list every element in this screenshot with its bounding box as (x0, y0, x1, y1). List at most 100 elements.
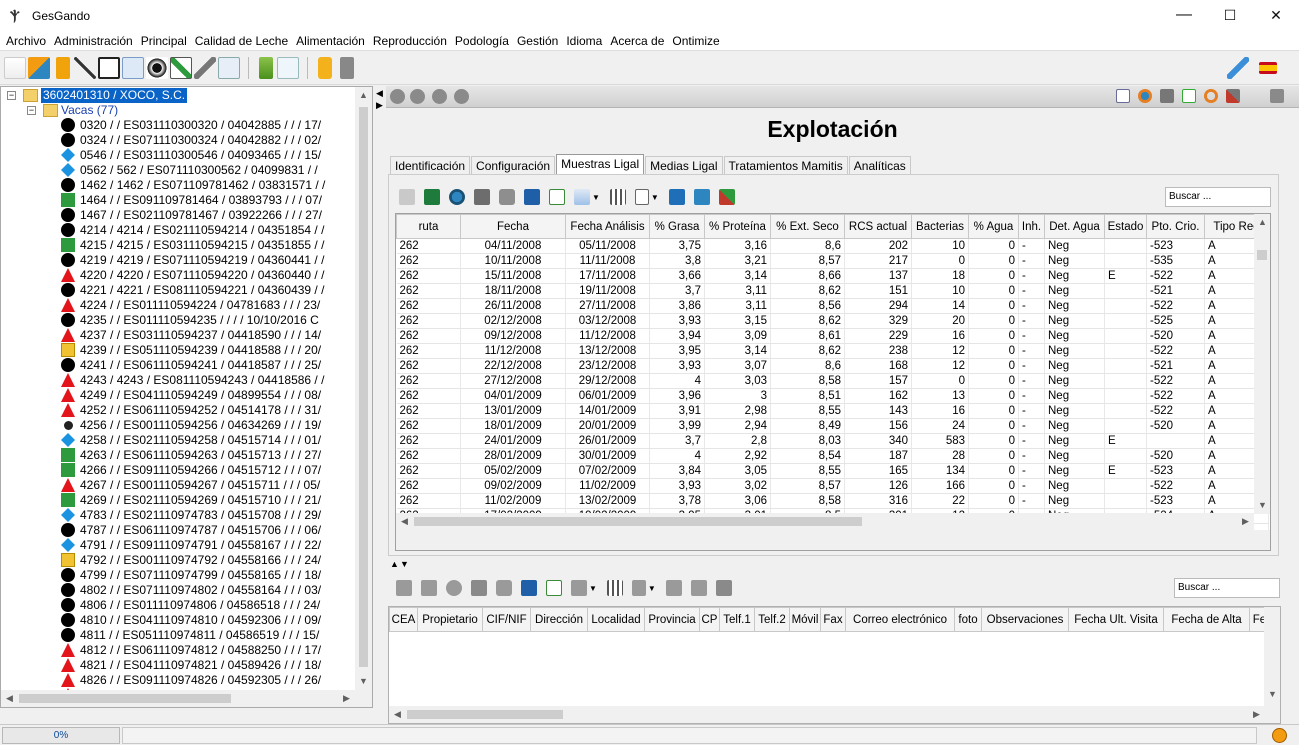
tree-item[interactable]: 4215 / 4215 / ES031110594215 / 04351855 … (1, 238, 357, 253)
table-cell[interactable]: 262 (396, 268, 461, 284)
table-cell[interactable]: 0 (968, 463, 1019, 479)
table-cell[interactable]: 156 (844, 418, 912, 434)
copy-icon[interactable] (396, 580, 412, 596)
table-cell[interactable] (1104, 478, 1147, 494)
menu-acerca-de[interactable]: Acerca de (606, 34, 668, 48)
table-cell[interactable]: 3,02 (704, 478, 771, 494)
table-cell[interactable]: - (1018, 283, 1045, 299)
tree-item[interactable]: 4243 / 4243 / ES081110594243 / 04418586 … (1, 373, 357, 388)
table-cell[interactable]: 8,57 (770, 478, 845, 494)
table-row[interactable]: 262 10/11/2008 11/11/2008 3,8 3,21 8,57 217 0 0-… (396, 253, 1269, 269)
refresh-icon[interactable] (1204, 89, 1218, 103)
tree-item[interactable]: 4802 / / ES071110974802 / 04558164 / / /… (1, 583, 357, 598)
table-cell[interactable]: 262 (396, 373, 461, 389)
table-cell[interactable]: 13/02/2009 (565, 493, 650, 509)
table-cell[interactable]: 10/11/2008 (460, 253, 566, 269)
table-cell[interactable]: 03/12/2008 (565, 313, 650, 329)
table-cell[interactable]: 262 (396, 283, 461, 299)
table-cell[interactable]: - (1018, 313, 1045, 329)
table-cell[interactable]: 3,15 (704, 313, 771, 329)
table-cell[interactable]: -520 (1146, 418, 1205, 434)
table-cell[interactable]: -522 (1146, 343, 1205, 359)
table-cell[interactable]: Neg (1044, 253, 1105, 269)
table-cell[interactable]: -535 (1146, 253, 1205, 269)
tree-item[interactable]: 0562 / 562 / ES071110300562 / 04099831 /… (1, 163, 357, 178)
tree-group[interactable]: − Vacas (77) (1, 103, 361, 118)
table-cell[interactable]: 12 (911, 358, 969, 374)
table-cell[interactable]: 3,86 (649, 298, 705, 314)
table-cell[interactable]: -522 (1146, 268, 1205, 284)
scroll-right-icon[interactable]: ▶ (1237, 513, 1254, 530)
tree-item[interactable]: 4256 / / ES001110594256 / 04634269 / / /… (1, 418, 357, 433)
table-cell[interactable]: 262 (396, 478, 461, 494)
table-cell[interactable]: -521 (1146, 283, 1205, 299)
table-cell[interactable]: 28/01/2009 (460, 448, 566, 464)
table-row[interactable]: 262 04/01/2009 06/01/2009 3,96 3 8,51 162 13 0- N… (396, 388, 1269, 404)
table-cell[interactable]: 0 (968, 493, 1019, 509)
table-cell[interactable]: 157 (844, 373, 912, 389)
table-cell[interactable]: 0 (968, 388, 1019, 404)
table-cell[interactable]: - (1018, 268, 1045, 284)
table-cell[interactable]: 27/12/2008 (460, 373, 566, 389)
table-cell[interactable]: 16 (911, 403, 969, 419)
refresh-table-icon[interactable] (549, 189, 565, 205)
tree-item[interactable]: 4239 / / ES051110594239 / 04418588 / / /… (1, 343, 357, 358)
table-cell[interactable]: - (1018, 328, 1045, 344)
refresh-table-icon[interactable] (546, 580, 562, 596)
grid-horizontal-scrollbar[interactable]: ◀ ▶ (396, 513, 1254, 530)
table-cell[interactable]: 3,93 (649, 313, 705, 329)
table-row[interactable]: 262 13/01/2009 14/01/2009 3,91 2,98 8,55 143 16… (396, 403, 1269, 419)
copy-icon[interactable] (399, 189, 415, 205)
table-cell[interactable]: Neg (1044, 238, 1105, 254)
tree-item[interactable]: 4810 / / ES041110974810 / 04592306 / / /… (1, 613, 357, 628)
column-header[interactable]: CEA (389, 607, 418, 632)
screen-icon[interactable] (218, 57, 240, 79)
panel-splitter[interactable]: ◀ ▶ (374, 86, 386, 708)
tab-tratamientos-mamitis[interactable]: Tratamientos Mamitis (723, 156, 848, 176)
mail-icon[interactable] (277, 57, 299, 79)
scroll-thumb[interactable] (1257, 250, 1267, 260)
scroll-up-icon[interactable]: ▲ (355, 87, 372, 104)
table-cell[interactable]: Neg (1044, 283, 1105, 299)
menu-ontimize[interactable]: Ontimize (668, 34, 723, 48)
table-cell[interactable]: 3,05 (704, 463, 771, 479)
table-cell[interactable]: 8,6 (770, 358, 845, 374)
table-cell[interactable]: 20/01/2009 (565, 418, 650, 434)
excel-icon[interactable] (424, 189, 440, 205)
table-cell[interactable]: 162 (844, 388, 912, 404)
table-cell[interactable] (1104, 493, 1147, 509)
table-cell[interactable]: 19/11/2008 (565, 283, 650, 299)
table-cell[interactable] (1104, 418, 1147, 434)
circle-button[interactable] (432, 89, 447, 104)
globe-icon[interactable] (1138, 89, 1152, 103)
export-icon[interactable] (715, 580, 732, 596)
menu-archivo[interactable]: Archivo (2, 34, 50, 48)
table-row[interactable]: 262 11/02/2009 13/02/2009 3,78 3,06 8,58 316 22… (396, 493, 1269, 509)
table-cell[interactable]: 143 (844, 403, 912, 419)
tree-horizontal-scrollbar[interactable]: ◀ ▶ (1, 690, 372, 707)
column-header[interactable]: Fecha Análisis (565, 214, 650, 239)
table-cell[interactable] (1104, 343, 1147, 359)
table-cell[interactable]: 294 (844, 298, 912, 314)
chevron-down-icon[interactable]: ▼ (592, 193, 600, 202)
table-cell[interactable]: 3,03 (704, 373, 771, 389)
table-cell[interactable]: 24 (911, 418, 969, 434)
table-cell[interactable]: 316 (844, 493, 912, 509)
columns-icon[interactable] (606, 580, 623, 596)
table-cell[interactable]: 3,07 (704, 358, 771, 374)
table-cell[interactable]: 340 (844, 433, 912, 449)
table-cell[interactable]: -522 (1146, 298, 1205, 314)
table-cell[interactable]: 18 (911, 268, 969, 284)
column-header[interactable]: % Agua (968, 214, 1019, 239)
table-cell[interactable]: 0 (968, 298, 1019, 314)
table-cell[interactable]: 30/01/2009 (565, 448, 650, 464)
column-header[interactable]: RCS actual (844, 214, 912, 239)
table-cell[interactable]: -522 (1146, 373, 1205, 389)
table-cell[interactable]: 262 (396, 463, 461, 479)
table-cell[interactable]: 15/11/2008 (460, 268, 566, 284)
globe-icon[interactable] (449, 189, 465, 205)
table-cell[interactable]: 18/11/2008 (460, 283, 566, 299)
table-cell[interactable]: 0 (968, 313, 1019, 329)
column-header[interactable]: % Grasa (649, 214, 705, 239)
table-cell[interactable]: 8,51 (770, 388, 845, 404)
